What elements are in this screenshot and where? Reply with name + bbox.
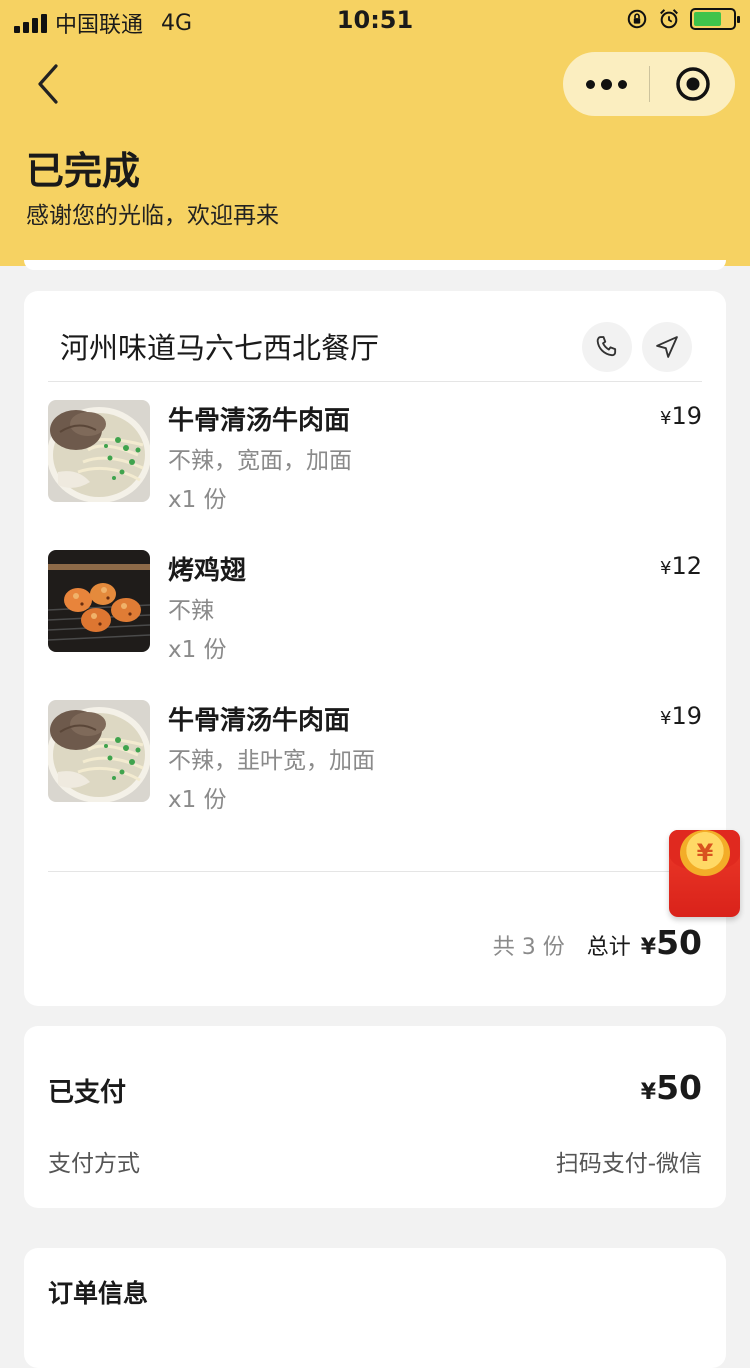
back-button[interactable] — [28, 60, 72, 108]
item-name: 烤鸡翅 — [168, 556, 247, 586]
orientation-lock-icon — [627, 9, 647, 29]
phone-icon — [596, 336, 617, 357]
divider — [48, 381, 702, 382]
coin-icon: ¥ — [680, 830, 730, 876]
grilled-wings-image — [48, 550, 150, 652]
more-dots-icon — [585, 79, 595, 89]
paid-label: 已支付 — [48, 1078, 127, 1108]
call-shop-button[interactable] — [582, 322, 632, 372]
shop-name[interactable]: 河州味道马六七西北餐厅 — [60, 325, 379, 367]
item-price: ¥19 — [660, 402, 702, 430]
item-price: ¥19 — [660, 702, 702, 730]
order-status-title: 已完成 — [26, 149, 141, 193]
navigate-button[interactable] — [642, 322, 692, 372]
item-name: 牛骨清汤牛肉面 — [168, 406, 351, 436]
paid-amount: ¥50 — [640, 1068, 702, 1107]
item-options: 不辣，宽面，加面 — [168, 448, 352, 474]
payment-card: 已支付 ¥50 支付方式 扫码支付-微信 — [24, 1026, 726, 1208]
target-circle-icon — [675, 67, 710, 101]
beef-noodle-image — [48, 700, 150, 802]
divider — [48, 871, 702, 872]
currency-symbol: ¥ — [640, 935, 657, 960]
payment-method-value: 扫码支付-微信 — [555, 1151, 702, 1177]
order-status-subtitle: 感谢您的光临，欢迎再来 — [26, 203, 279, 229]
alarm-icon — [660, 9, 678, 29]
order-item: 牛骨清汤牛肉面 不辣，宽面，加面 x1 份 ¥19 — [48, 400, 702, 513]
more-button[interactable] — [563, 52, 649, 116]
mini-program-capsule — [563, 52, 735, 116]
battery-icon — [690, 8, 740, 30]
order-card: 河州味道马六七西北餐厅 牛骨清汤牛肉面 不辣，宽面，加面 x1 份 ¥19 烤鸡… — [24, 291, 726, 1006]
order-item: 牛骨清汤牛肉面 不辣，韭叶宽，加面 x1 份 ¥19 — [48, 700, 702, 813]
item-options: 不辣 — [168, 598, 214, 624]
close-mini-program-button[interactable] — [650, 52, 735, 116]
item-quantity: x1 份 — [168, 487, 227, 513]
header-banner: 中国联通 4G 10:51 已完成 感谢您的光临，欢迎再来 — [0, 0, 750, 266]
item-name: 牛骨清汤牛肉面 — [168, 706, 351, 736]
order-info-title: 订单信息 — [48, 1279, 149, 1308]
total-label: 总计 — [586, 935, 631, 960]
order-item: 烤鸡翅 不辣 x1 份 ¥12 — [48, 550, 702, 663]
payment-method-label: 支付方式 — [48, 1151, 140, 1177]
order-summary: 共 3 份 总计 ¥ 50 — [493, 923, 702, 962]
item-options: 不辣，韭叶宽，加面 — [168, 748, 375, 774]
item-quantity: x1 份 — [168, 637, 227, 663]
navigation-arrow-icon — [656, 336, 678, 358]
status-bar: 中国联通 4G 10:51 — [0, 0, 750, 40]
red-packet-button[interactable]: ¥ — [669, 830, 740, 917]
item-count: 共 3 份 — [492, 935, 565, 960]
item-price: ¥12 — [660, 552, 702, 580]
total-amount: 50 — [656, 923, 702, 962]
beef-noodle-image — [48, 400, 150, 502]
item-quantity: x1 份 — [168, 787, 227, 813]
card-strip — [24, 260, 726, 270]
order-info-card: 订单信息 — [24, 1248, 726, 1368]
